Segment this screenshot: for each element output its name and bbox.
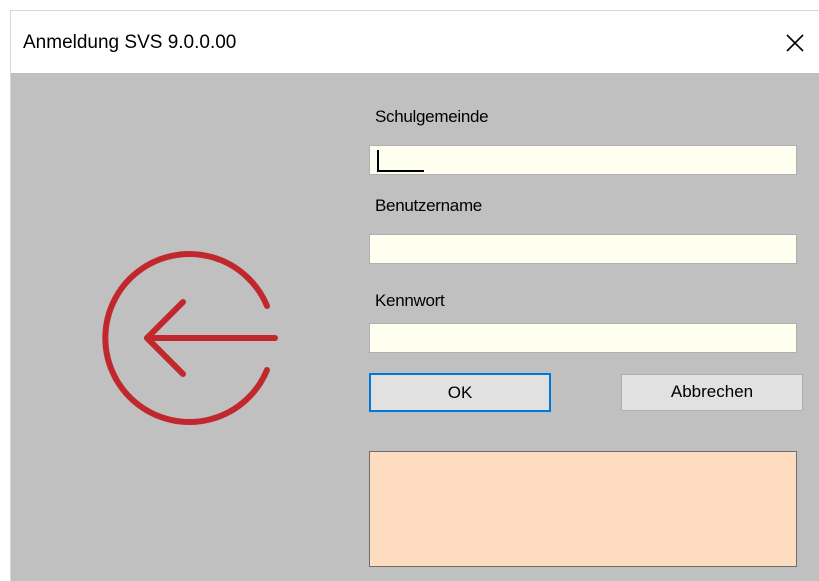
cancel-button[interactable]: Abbrechen	[621, 374, 803, 411]
login-dialog: Anmeldung SVS 9.0.0.00 Schulgemeinde Ben…	[10, 10, 819, 581]
close-icon[interactable]	[783, 31, 807, 55]
message-box	[369, 451, 797, 567]
password-label: Kennwort	[375, 291, 445, 310]
login-arrow-icon	[102, 251, 278, 425]
username-label: Benutzername	[375, 196, 482, 215]
text-cursor	[377, 150, 379, 170]
username-input[interactable]	[369, 234, 797, 264]
school-label: Schulgemeinde	[375, 107, 489, 126]
text-cursor-underline	[377, 170, 424, 172]
window-title: Anmeldung SVS 9.0.0.00	[23, 32, 237, 53]
school-input[interactable]	[369, 145, 797, 175]
title-bar: Anmeldung SVS 9.0.0.00	[11, 11, 819, 73]
password-input[interactable]	[369, 323, 797, 353]
dialog-body: Schulgemeinde Benutzername Kennwort OK A…	[11, 73, 819, 581]
ok-button[interactable]: OK	[369, 373, 551, 412]
